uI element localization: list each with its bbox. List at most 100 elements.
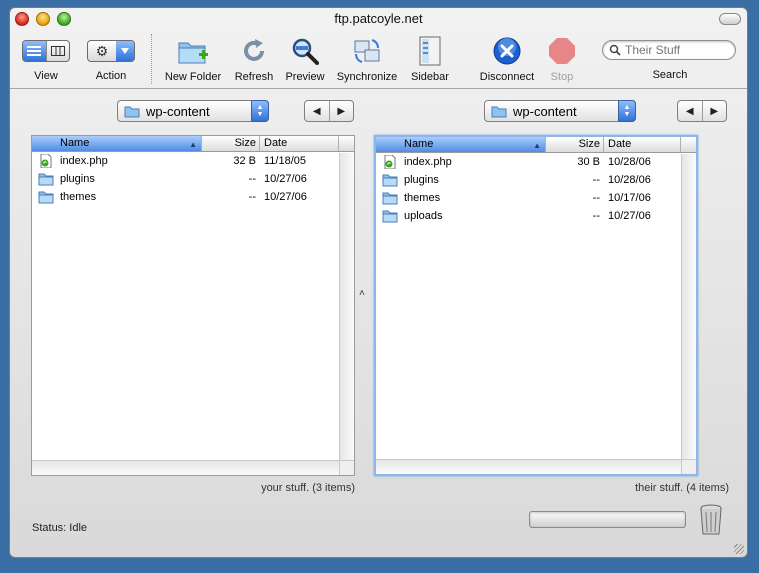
title-bar[interactable]: ftp.patcoyle.net (10, 8, 747, 30)
action-control[interactable]: ⚙ Action (82, 30, 140, 82)
column-view-icon[interactable] (47, 41, 70, 61)
sidebar-button[interactable]: Sidebar (406, 30, 454, 83)
file-name-cell: index.php (32, 154, 202, 168)
folder-icon (491, 106, 507, 117)
file-row[interactable]: plugins -- 10/27/06 (32, 170, 354, 188)
left-nav-buttons: ◀ ▶ (304, 100, 354, 122)
gear-icon: ⚙ (95, 42, 109, 59)
search-input[interactable] (625, 43, 725, 57)
left-summary: your stuff. (3 items) (261, 482, 355, 494)
php-file-icon (40, 154, 52, 168)
refresh-icon (238, 35, 270, 67)
file-row[interactable]: index.php 32 B 11/18/05 (32, 152, 354, 170)
search-label: Search (652, 69, 688, 81)
file-size: -- (592, 192, 600, 204)
new-folder-label: New Folder (164, 71, 222, 83)
left-horizontal-scrollbar[interactable] (32, 460, 339, 475)
file-size: -- (592, 210, 600, 222)
new-folder-button[interactable]: New Folder (160, 30, 226, 83)
file-size: -- (248, 173, 256, 185)
toolbar-separator (151, 34, 152, 84)
resize-grip-icon[interactable] (734, 544, 744, 554)
file-row[interactable]: themes -- 10/17/06 (376, 189, 696, 207)
list-view-icon[interactable] (23, 41, 47, 61)
folder-icon (124, 106, 140, 117)
file-row[interactable]: plugins -- 10/28/06 (376, 171, 696, 189)
stop-icon (546, 35, 578, 67)
toolbar-toggle-button[interactable] (719, 13, 741, 25)
left-back-button[interactable]: ◀ (305, 101, 330, 121)
file-row[interactable]: index.php 30 B 10/28/06 (376, 153, 696, 171)
search-control: Search (602, 30, 738, 81)
refresh-button[interactable]: Refresh (230, 30, 278, 83)
left-col-date[interactable]: Date (260, 136, 339, 151)
folder-icon (382, 210, 398, 223)
right-forward-button[interactable]: ▶ (703, 101, 727, 121)
right-col-date[interactable]: Date (604, 137, 681, 152)
file-name: themes (404, 192, 441, 204)
left-forward-button[interactable]: ▶ (330, 101, 354, 121)
file-name-cell: themes (32, 190, 202, 204)
ftp-window: ftp.patcoyle.net View ⚙ Action New Folde… (9, 7, 748, 558)
synchronize-button[interactable]: Synchronize (332, 30, 402, 83)
left-rows: index.php 32 B 11/18/05 plugins -- 10/27/06 th… (32, 152, 354, 206)
view-segmented-control[interactable] (22, 40, 70, 62)
left-path-popup[interactable]: wp-content ▲ ▼ (117, 100, 269, 122)
file-name: plugins (60, 173, 95, 185)
search-icon (609, 44, 621, 56)
file-name: uploads (404, 210, 443, 222)
toolbar-divider (10, 88, 747, 89)
right-back-button[interactable]: ◀ (678, 101, 703, 121)
right-summary: their stuff. (4 items) (635, 482, 729, 494)
view-control[interactable]: View (18, 30, 74, 82)
file-name-cell: plugins (376, 173, 546, 187)
left-col-size[interactable]: Size (202, 136, 260, 151)
left-col-corner (339, 136, 354, 151)
close-window-icon[interactable] (15, 12, 29, 26)
view-label: View (34, 70, 58, 82)
left-vertical-scrollbar[interactable] (339, 153, 354, 460)
file-name: index.php (404, 156, 452, 168)
popup-arrows-icon: ▲ ▼ (251, 100, 269, 122)
status-text: Status: Idle (32, 522, 88, 534)
right-scroll-corner (681, 459, 696, 474)
folder-icon (38, 173, 54, 186)
sort-ascending-icon: ▲ (533, 141, 541, 150)
action-label: Action (95, 70, 127, 82)
trash-icon[interactable] (699, 504, 723, 536)
stop-button: Stop (542, 30, 582, 83)
right-col-corner (681, 137, 696, 152)
search-field[interactable] (602, 40, 736, 60)
file-name-cell: themes (376, 191, 546, 205)
file-row[interactable]: uploads -- 10/27/06 (376, 207, 696, 225)
right-vertical-scrollbar[interactable] (681, 154, 696, 459)
preview-button[interactable]: Preview (282, 30, 328, 83)
folder-icon (382, 192, 398, 205)
popup-arrows-icon: ▲ ▼ (618, 100, 636, 122)
sidebar-icon (414, 35, 446, 67)
right-horizontal-scrollbar[interactable] (376, 459, 681, 474)
right-file-list[interactable]: Name ▲ Size Date index.php 30 B 10/28/06 pl… (374, 135, 698, 476)
file-name: plugins (404, 174, 439, 186)
disconnect-label: Disconnect (479, 71, 535, 83)
left-col-name[interactable]: Name ▲ (32, 136, 202, 151)
disconnect-button[interactable]: Disconnect (472, 30, 542, 83)
folder-icon (38, 191, 54, 204)
right-col-size[interactable]: Size (546, 137, 604, 152)
sort-ascending-icon: ▲ (189, 140, 197, 149)
file-name-cell: uploads (376, 209, 546, 223)
right-nav-buttons: ◀ ▶ (677, 100, 727, 122)
file-size: 32 B (233, 155, 256, 167)
file-size: -- (248, 191, 256, 203)
left-file-list[interactable]: Name ▲ Size Date index.php 32 B 11/18/05 pl… (31, 135, 355, 476)
stop-label: Stop (550, 71, 574, 83)
folder-icon (382, 174, 398, 187)
split-collapse-icon[interactable]: ˄ (359, 288, 365, 299)
right-path-popup[interactable]: wp-content ▲ ▼ (484, 100, 636, 122)
minimize-window-icon[interactable] (36, 12, 50, 26)
file-row[interactable]: themes -- 10/27/06 (32, 188, 354, 206)
right-col-name[interactable]: Name ▲ (376, 137, 546, 152)
zoom-window-icon[interactable] (57, 12, 71, 26)
transfer-progress-bar (529, 511, 686, 528)
action-menu-button[interactable]: ⚙ (87, 40, 135, 62)
